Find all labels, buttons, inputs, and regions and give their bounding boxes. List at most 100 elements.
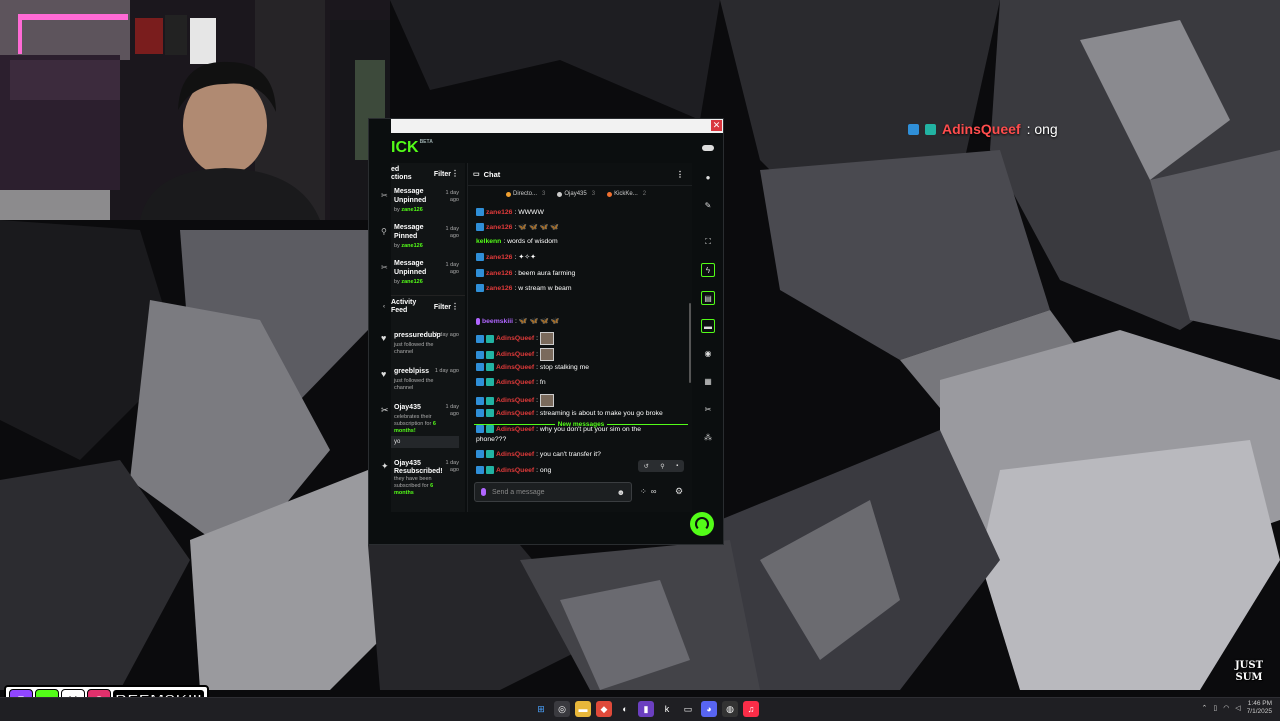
- star-icon: ✦: [381, 461, 389, 471]
- chat-tabs: Directo... 3 Ojay435 3 KickKe... 2: [468, 186, 692, 202]
- chat-message[interactable]: AdinsQueef:: [476, 348, 555, 361]
- obs-icon[interactable]: ◍: [722, 701, 738, 717]
- more-icon[interactable]: ⋮: [451, 302, 459, 311]
- chat-message[interactable]: AdinsQueef: streaming is about to make y…: [476, 409, 663, 417]
- chat-message[interactable]: AdinsQueef:: [476, 332, 555, 345]
- lightning-icon[interactable]: ϟ: [701, 263, 715, 277]
- share-icon[interactable]: ⁘: [640, 487, 647, 496]
- chat-input[interactable]: Send a message ☻: [474, 482, 632, 502]
- chat-message[interactable]: AdinsQueef: stop stalking me: [476, 363, 589, 371]
- chat-tab[interactable]: Directo... 3: [506, 191, 545, 197]
- chat-tab[interactable]: Ojay435 3: [557, 191, 595, 197]
- chat-icon[interactable]: ▬: [701, 319, 715, 333]
- gear-icon[interactable]: ⚙: [675, 486, 683, 497]
- chat-username[interactable]: AdinsQueef: [496, 335, 534, 342]
- headset-app-icon[interactable]: ◐: [617, 701, 633, 717]
- chevron-up-icon[interactable]: ⌃: [1201, 704, 1207, 712]
- chat-username[interactable]: zane126: [486, 285, 512, 292]
- chat-username[interactable]: AdinsQueef: [496, 397, 534, 404]
- broadcast-icon[interactable]: ◉: [701, 347, 715, 361]
- fullscreen-icon[interactable]: ⛶: [701, 235, 715, 249]
- chat-username[interactable]: AdinsQueef: [496, 351, 534, 358]
- pinned-filter-button[interactable]: Filter: [434, 171, 451, 178]
- chat-username[interactable]: beemskiii: [482, 318, 513, 325]
- chat-username[interactable]: AdinsQueef: [496, 410, 534, 417]
- activity-item[interactable]: ✂ Ojay435 1 day ago celebrates their subscr…: [381, 402, 465, 448]
- activity-item[interactable]: ♥ pressuredubp 1 day ago just followed the …: [381, 330, 465, 364]
- chat-username[interactable]: zane126: [486, 224, 512, 231]
- chat-message[interactable]: kelkenn: words of wisdom: [476, 238, 558, 245]
- pinned-title: Message Unpinned: [394, 188, 427, 204]
- window-titlebar[interactable]: ✕: [391, 119, 723, 133]
- chat-message[interactable]: zane126: 🦋 🦋 🦋 🦋: [476, 223, 559, 231]
- printer-icon[interactable]: ▦: [701, 375, 715, 389]
- chat-tab-count: 2: [642, 191, 647, 197]
- chrome-icon[interactable]: ◎: [554, 701, 570, 717]
- more-icon[interactable]: ⋮: [676, 170, 684, 179]
- emoji-icon[interactable]: ☻: [617, 488, 625, 497]
- discord-icon[interactable]: ◕: [701, 701, 717, 717]
- notes-icon[interactable]: ▤: [701, 291, 715, 305]
- chat-scrollbar[interactable]: [689, 303, 691, 383]
- file-explorer-icon[interactable]: ▬: [575, 701, 591, 717]
- chat-message[interactable]: AdinsQueef: fn: [476, 378, 546, 386]
- chat-message[interactable]: beemskiii: 🦋 🦋 🦋 🦋: [476, 317, 560, 325]
- chat-username[interactable]: kelkenn: [476, 238, 501, 245]
- chat-username[interactable]: AdinsQueef: [496, 379, 534, 386]
- chat-username[interactable]: AdinsQueef: [496, 467, 534, 474]
- chat-message[interactable]: AdinsQueef:: [476, 394, 555, 407]
- activity-item[interactable]: ✦ Ojay435 Resubscribed! 1 day ago they have…: [381, 458, 465, 496]
- reply-icon[interactable]: ↺: [644, 463, 649, 470]
- activity-item[interactable]: ♥ greeblpiss 1 day ago just followed the ch…: [381, 366, 465, 400]
- info-icon[interactable]: ●: [701, 171, 715, 185]
- more-icon[interactable]: ⋮: [451, 169, 459, 178]
- controller-icon[interactable]: [701, 143, 715, 153]
- chat-username[interactable]: zane126: [486, 209, 512, 216]
- tv-icon[interactable]: ▭: [680, 701, 696, 717]
- start-icon[interactable]: ⊞: [533, 701, 549, 717]
- delete-icon[interactable]: ▪: [676, 463, 678, 469]
- chat-username[interactable]: AdinsQueef: [496, 364, 534, 371]
- chat-message[interactable]: AdinsQueef: you can't transfer it?: [476, 450, 601, 458]
- chat-username[interactable]: zane126: [486, 254, 512, 261]
- twitch-app-icon[interactable]: ▮: [638, 701, 654, 717]
- pencil-icon[interactable]: ✎: [701, 199, 715, 213]
- support-button[interactable]: [690, 512, 714, 536]
- chat-text: : fn: [536, 378, 546, 386]
- pinned-item[interactable]: ⚲ Message Pinned by zane126 1 day ago: [381, 221, 465, 257]
- system-tray: ⌃ ▯ ◠ ◁ 1:46 PM 7/1/2025: [1201, 700, 1272, 716]
- chat-message[interactable]: zane126: w stream w beam: [476, 284, 572, 292]
- chat-message[interactable]: zane126: beem aura farming: [476, 269, 575, 277]
- music-icon[interactable]: ♫: [743, 701, 759, 717]
- pin-icon: ✂: [381, 263, 388, 272]
- chat-message[interactable]: AdinsQueef: ong: [476, 466, 551, 474]
- sub-badge-icon: [486, 409, 494, 417]
- activity-filter-button[interactable]: Filter: [434, 304, 451, 311]
- collapse-icon[interactable]: ‹: [383, 304, 385, 310]
- wrench-icon[interactable]: ✂: [701, 403, 715, 417]
- close-icon[interactable]: ✕: [711, 120, 722, 131]
- kick-app-icon[interactable]: k: [659, 701, 675, 717]
- chat-message[interactable]: zane126: ✦✧✦: [476, 253, 536, 261]
- clock[interactable]: 1:46 PM 7/1/2025: [1247, 700, 1272, 716]
- chat-message[interactable]: zane126: WWWW: [476, 208, 544, 216]
- pin-icon[interactable]: ⚲: [660, 463, 664, 470]
- pinned-title: Message Pinned: [394, 224, 424, 240]
- pinned-item[interactable]: ✂ Message Unpinned by zane126 1 day ago: [381, 185, 465, 221]
- volume-icon[interactable]: ◁: [1235, 704, 1240, 712]
- clock-date: 7/1/2025: [1246, 708, 1272, 715]
- chat-header: ▭ Chat ⋮: [468, 163, 692, 186]
- chat-username[interactable]: AdinsQueef: [496, 451, 534, 458]
- right-icon-rail: ● ✎ ⛶ ϟ ▤ ▬ ◉ ▦ ✂ ⁂: [693, 163, 723, 544]
- mic-icon[interactable]: [481, 488, 486, 496]
- sub-badge-icon: [486, 396, 494, 405]
- wifi-icon[interactable]: ◠: [1223, 704, 1229, 712]
- pinned-time: 1 day ago: [445, 262, 459, 275]
- chat-username[interactable]: zane126: [486, 270, 512, 277]
- infinity-icon[interactable]: ∞: [651, 487, 657, 496]
- pinned-item[interactable]: ✂ Message Unpinned by zane126 1 day ago: [381, 257, 465, 293]
- usb-icon[interactable]: ▯: [1213, 704, 1217, 712]
- apps-icon[interactable]: ⁂: [701, 431, 715, 445]
- app-icon[interactable]: ◆: [596, 701, 612, 717]
- chat-tab[interactable]: KickKe... 2: [607, 191, 646, 197]
